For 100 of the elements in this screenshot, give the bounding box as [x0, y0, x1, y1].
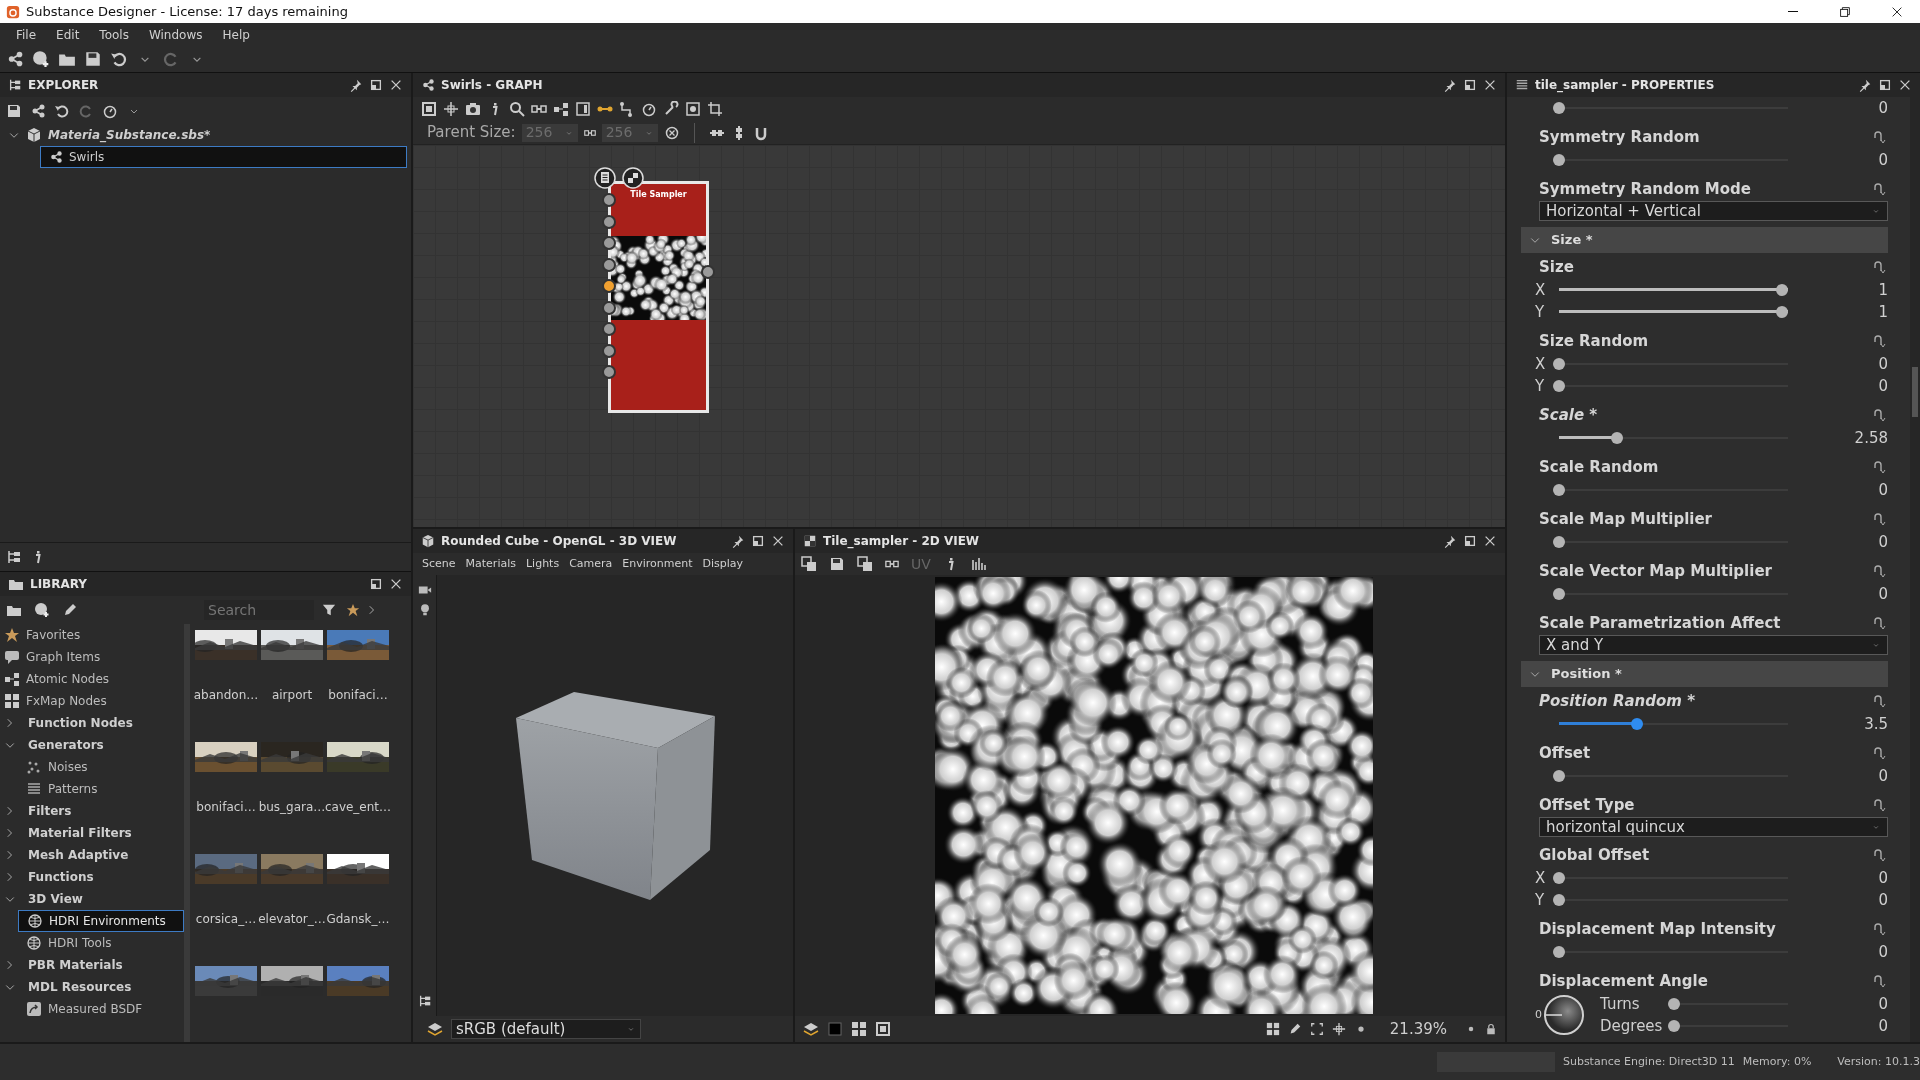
panel-title: EXPLORER [28, 77, 99, 94]
menu-item[interactable]: Edit [46, 25, 90, 44]
tree-item[interactable]: 3D View [0, 888, 184, 910]
tree-item[interactable]: Patterns [18, 778, 184, 800]
window-title: Substance Designer - License: 17 days remaining [26, 2, 348, 21]
thumbnail-label[interactable]: elevator_… [258, 910, 326, 928]
colorspace-dropdown[interactable]: sRGB (default) [451, 1019, 641, 1039]
menu-item[interactable]: Environment [617, 555, 698, 573]
value-text: 1 [1877, 302, 1888, 323]
value-text: 0 [1877, 532, 1888, 553]
property-label: Symmetry Random Mode [1539, 178, 1751, 200]
tree-item[interactable]: Function Nodes [0, 712, 184, 734]
property-label: Position Random * [1539, 690, 1695, 712]
axis-label: X [1535, 354, 1547, 375]
menu-item[interactable]: Scene [417, 555, 461, 573]
dial-value: 0 [1535, 1006, 1542, 1023]
section-header[interactable]: Position * [1521, 661, 1888, 687]
graph-node[interactable]: Tile Sampler [608, 181, 709, 413]
thumbnail-label[interactable]: cave_ent… [324, 798, 392, 816]
tree-item[interactable]: Functions [0, 866, 184, 888]
value-text: 0 [1877, 150, 1888, 171]
value-text: 0 [1877, 98, 1888, 119]
thumbnail-label[interactable]: bus_gara… [258, 798, 326, 816]
property-label: Scale Vector Map Multiplier [1539, 560, 1772, 582]
panel-title: LIBRARY [30, 576, 88, 593]
axis-label: X [1535, 868, 1547, 889]
tree-item[interactable]: PBR Materials [0, 954, 184, 976]
thumbnail-label[interactable]: bonifaci… [196, 798, 256, 816]
property-label: Offset [1539, 742, 1591, 764]
value-text: 0 [1877, 354, 1888, 375]
panel-title: Tile_sampler - 2D VIEW [823, 533, 980, 550]
property-label: Scale * [1539, 404, 1598, 426]
section-title: Size * [1551, 231, 1593, 250]
search-field[interactable]: Search [204, 600, 314, 620]
thumbnail-label[interactable]: abandon… [193, 686, 259, 704]
menu-item[interactable]: Display [697, 555, 749, 573]
property-label: Scale Parametrization Affect [1539, 612, 1781, 634]
value-text: 0 [1877, 868, 1888, 889]
status-text: Substance Engine: Direct3D 11 [1562, 1053, 1735, 1070]
tree-item[interactable]: Material Filters [0, 822, 184, 844]
tree-item[interactable]: FxMap Nodes [0, 690, 184, 712]
menu-item[interactable]: Materials [460, 555, 521, 573]
menu-item[interactable]: Tools [89, 25, 139, 44]
panel-title: Swirls - GRAPH [441, 77, 543, 94]
thumbnail-label[interactable]: Gdansk_… [326, 910, 390, 928]
property-label: Symmetry Random [1539, 126, 1700, 148]
property-label: Offset Type [1539, 794, 1635, 816]
field-label: Parent Size: [427, 122, 516, 144]
dropdown[interactable]: X and Y [1539, 635, 1888, 655]
panel-title: Rounded Cube - OpenGL - 3D VIEW [441, 533, 677, 550]
tree-item[interactable]: HDRI Environments [18, 910, 184, 932]
axis-label: Y [1535, 376, 1546, 397]
property-label: Scale Random [1539, 456, 1659, 478]
value-text: 0 [1877, 994, 1888, 1015]
status-text: Version: 10.1.3 [1837, 1053, 1920, 1070]
tree-item[interactable]: Favorites [0, 624, 184, 646]
value-text: 0 [1877, 376, 1888, 397]
value-text: 1 [1877, 280, 1888, 301]
axis-label: X [1535, 280, 1547, 301]
tree-item[interactable]: Filters [0, 800, 184, 822]
tree-item[interactable]: Generators [0, 734, 184, 756]
zoom-value: 21.39% [1389, 1018, 1447, 1040]
property-label: Global Offset [1539, 844, 1650, 866]
tree-item[interactable]: Measured BSDF [18, 998, 184, 1020]
menu-item[interactable]: File [6, 25, 47, 44]
axis-label: Turns [1600, 994, 1641, 1015]
thumbnail-label[interactable]: bonifaci… [328, 686, 388, 704]
menu-item[interactable]: Camera [564, 555, 618, 573]
tree-item[interactable]: Atomic Nodes [0, 668, 184, 690]
dropdown[interactable]: Horizontal + Vertical [1539, 201, 1888, 221]
axis-label: Y [1535, 890, 1546, 911]
menu-item[interactable]: Lights [520, 555, 565, 573]
property-label: Size [1539, 256, 1574, 278]
tree-item[interactable]: HDRI Tools [18, 932, 184, 954]
status-text: Memory: 0% [1742, 1053, 1812, 1070]
property-label: Displacement Map Intensity [1539, 918, 1776, 940]
thumbnail-label[interactable]: corsica_… [195, 910, 257, 928]
axis-label: Y [1535, 302, 1546, 323]
value-text: 0 [1877, 1016, 1888, 1037]
value-text: 0 [1877, 766, 1888, 787]
tree-item[interactable]: Noises [18, 756, 184, 778]
node-title: Tile Sampler [630, 190, 687, 199]
value-text: 0 [1877, 584, 1888, 605]
section-header[interactable]: Size * [1521, 227, 1888, 253]
property-label: Scale Map Multiplier [1539, 508, 1712, 530]
tree-item[interactable]: Swirls [40, 146, 407, 168]
property-label: Displacement Angle [1539, 970, 1708, 992]
value-text: 0 [1877, 480, 1888, 501]
value-text: 0 [1877, 890, 1888, 911]
tree-item[interactable]: Mesh Adaptive [0, 844, 184, 866]
value-text: 3.5 [1863, 714, 1888, 735]
property-label: Size Random [1539, 330, 1649, 352]
tree-item[interactable]: Graph Items [0, 646, 184, 668]
tree-item[interactable]: MDL Resources [0, 976, 184, 998]
section-title: Position * [1551, 665, 1622, 684]
tree-item[interactable]: Materia_Substance.sbs* [0, 124, 411, 146]
menu-item[interactable]: Help [212, 25, 260, 44]
thumbnail-label[interactable]: airport [271, 686, 313, 704]
menu-item[interactable]: Windows [138, 25, 213, 44]
dropdown[interactable]: horizontal quincux [1539, 817, 1888, 837]
